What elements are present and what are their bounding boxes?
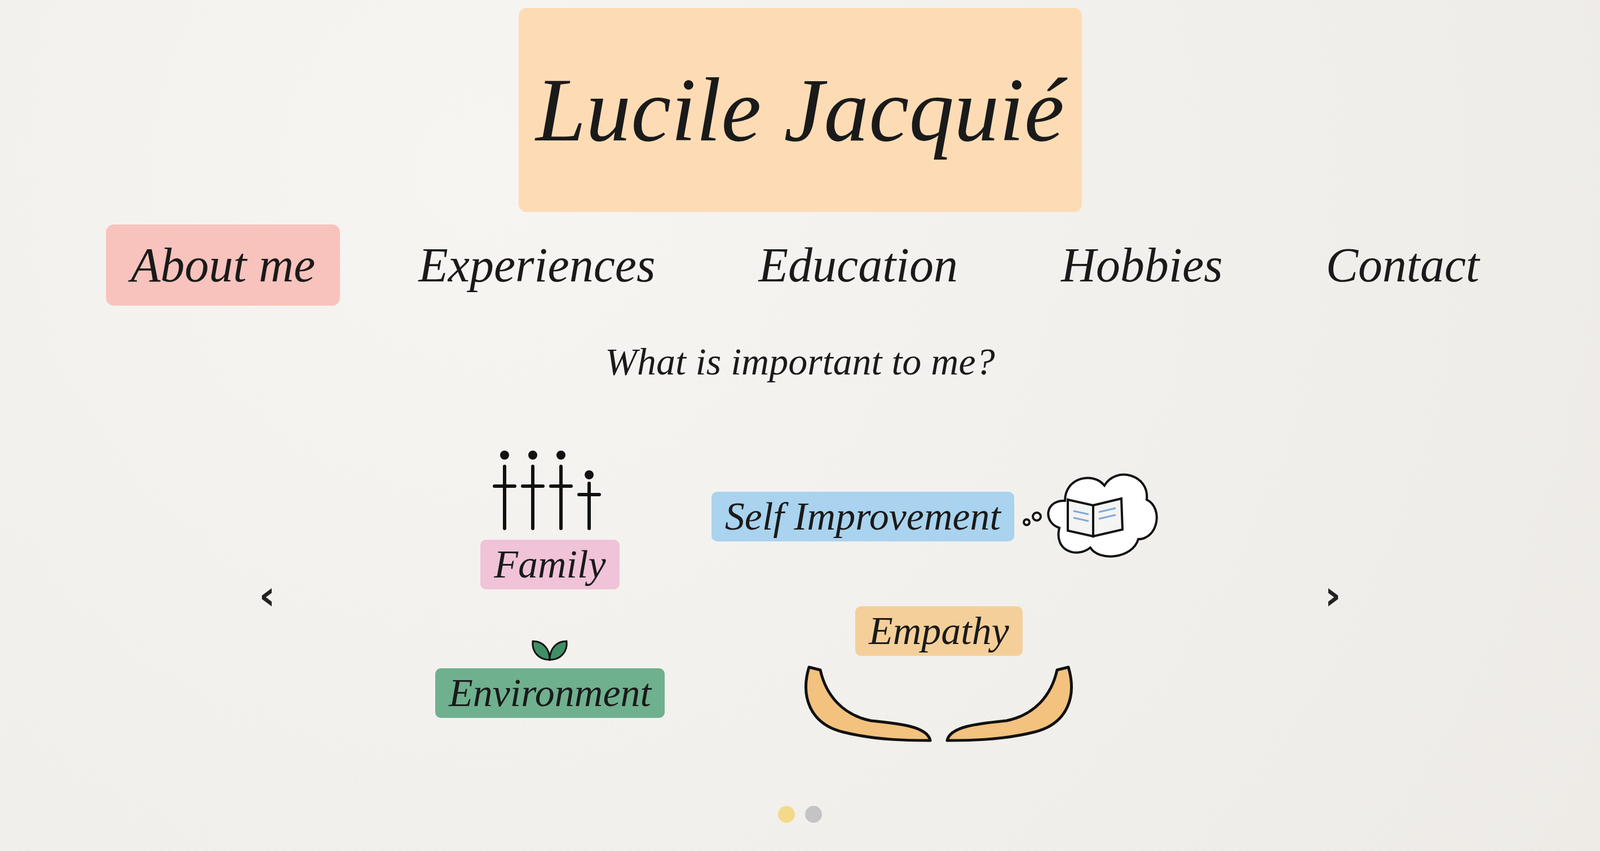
values-carousel: ‹ Family Self Improvement Environment Empath… — [247, 383, 1353, 806]
main-nav: About me Experiences Education Hobbies Conta… — [0, 224, 1600, 306]
prev-button[interactable]: ‹ — [247, 565, 287, 625]
site-title: Lucile Jacquié — [535, 58, 1064, 163]
value-item: Empathy — [797, 606, 1080, 746]
value-item: Environment — [435, 634, 665, 718]
value-item: Self Improvement — [711, 460, 1167, 573]
section-heading: What is important to me? — [604, 339, 995, 384]
nav-item[interactable]: Education — [733, 224, 983, 306]
value-label: Empathy — [855, 606, 1023, 656]
book-thought-icon — [1019, 460, 1167, 573]
value-label: Family — [480, 539, 620, 590]
nav-item[interactable]: Experiences — [393, 224, 680, 306]
nav-item[interactable]: Contact — [1301, 224, 1505, 306]
next-button[interactable]: › — [1313, 565, 1353, 625]
title-box: Lucile Jacquié — [518, 7, 1082, 212]
carousel-dot[interactable] — [805, 805, 822, 823]
page: Lucile Jacquié About me Experiences Educati… — [0, 0, 1600, 851]
value-label: Self Improvement — [711, 491, 1015, 542]
nav-item[interactable]: About me — [105, 224, 340, 306]
carousel-dot[interactable] — [778, 805, 795, 823]
value-label: Environment — [435, 668, 665, 718]
nav-item[interactable]: Hobbies — [1036, 224, 1248, 306]
hands-icon — [797, 661, 1080, 746]
values-grid: Family Self Improvement Environment Empathy — [433, 443, 1167, 746]
carousel-dots — [778, 805, 822, 851]
family-icon — [487, 443, 612, 534]
value-item: Family — [480, 443, 620, 590]
leaf-icon — [527, 634, 573, 663]
